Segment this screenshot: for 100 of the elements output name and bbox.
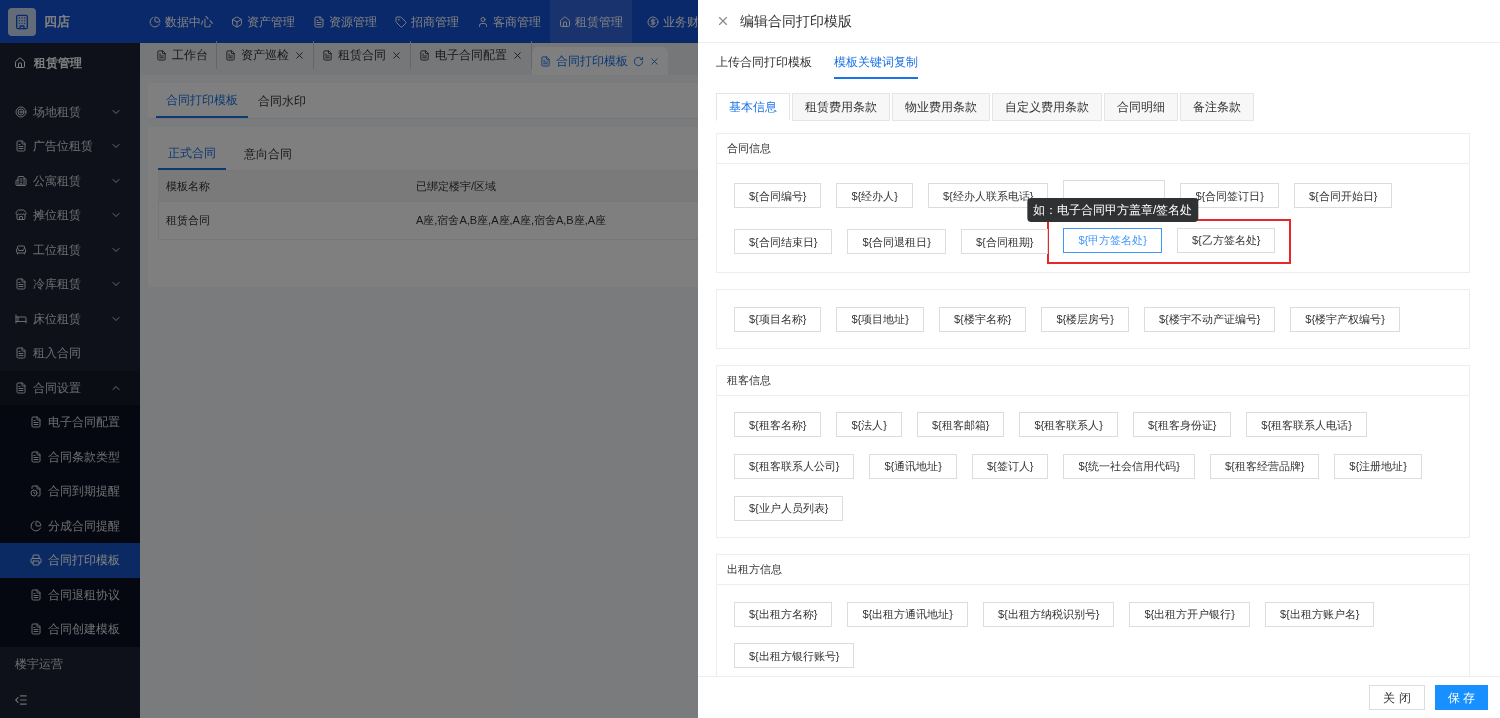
drawer-tab[interactable]: 模板关键词复制 xyxy=(834,53,918,79)
close-icon[interactable] xyxy=(294,49,305,61)
sidebar-subitem[interactable]: 合同条款类型 xyxy=(0,439,140,475)
keyword-button[interactable]: ${统一社会信用代码} xyxy=(1063,454,1195,479)
keyword-button[interactable]: ${合同编号} xyxy=(734,183,822,209)
shop-icon xyxy=(15,209,27,222)
building-icon xyxy=(15,174,27,187)
keyword-button[interactable]: ${出租方银行账号} xyxy=(734,643,855,669)
keyword-button[interactable]: ${合同结束日} xyxy=(734,229,833,255)
sidebar-subitem[interactable]: 合同到期提醒 xyxy=(0,474,140,509)
keyword-button[interactable]: ${出租方账户名} xyxy=(1264,601,1375,627)
document-icon xyxy=(30,416,42,429)
sidebar-item[interactable]: 工位租赁 xyxy=(0,232,140,268)
contract-tab[interactable]: 意向合同 xyxy=(234,137,302,170)
sub-tab[interactable]: 备注条款 xyxy=(1180,93,1254,121)
sidebar-item[interactable]: 床位租赁 xyxy=(0,301,140,337)
sub-tab[interactable]: 自定义费用条款 xyxy=(992,93,1102,121)
close-icon[interactable] xyxy=(716,14,730,28)
drawer-tab[interactable]: 上传合同打印模板 xyxy=(716,53,812,79)
sub-tab[interactable]: 租赁费用条款 xyxy=(792,93,890,121)
document-icon xyxy=(322,49,333,61)
keyword-button[interactable]: ${合同租期} xyxy=(960,229,1049,255)
keyword-button[interactable]: ${租客邮箱} xyxy=(916,412,1005,438)
sidebar-item[interactable]: 合同设置 xyxy=(0,370,140,406)
tag-icon xyxy=(395,15,407,28)
keyword-button[interactable]: ${出租方开户银行} xyxy=(1129,601,1250,627)
bed-icon xyxy=(15,312,27,325)
chair-icon xyxy=(15,243,27,256)
keyword-button[interactable]: ${出租方纳税识别号} xyxy=(982,601,1115,627)
keyword-button[interactable]: ${楼宇不动产证编号} xyxy=(1143,306,1276,332)
page-tab[interactable]: 资产巡检 xyxy=(217,41,314,69)
sidebar-item[interactable]: 摊位租赁 xyxy=(0,198,140,233)
sidebar-item[interactable]: 公寓租赁 xyxy=(0,163,140,199)
sidebar-subitem[interactable]: 电子合同配置 xyxy=(0,405,140,440)
column-header: 模板名称 xyxy=(165,178,211,194)
close-icon[interactable] xyxy=(512,49,523,61)
keyword-button[interactable]: ${租客经营品牌} xyxy=(1209,454,1320,479)
document-icon xyxy=(156,49,167,61)
document-icon xyxy=(540,55,551,67)
keyword-button[interactable]: ${项目地址} xyxy=(836,306,924,332)
sub-tab[interactable]: 物业费用条款 xyxy=(892,93,990,121)
sidebar-subitem[interactable]: 合同打印模板 xyxy=(0,543,140,578)
house-icon xyxy=(559,15,571,28)
column-header: 已绑定楼宇/区域 xyxy=(415,178,498,194)
keyword-button[interactable]: ${合同开始日} xyxy=(1293,183,1393,209)
keyword-button[interactable]: ${楼层房号} xyxy=(1041,306,1129,332)
document-icon xyxy=(225,49,236,61)
sidebar-title: 租赁管理 xyxy=(0,43,140,83)
document-icon xyxy=(419,49,430,61)
keyword-button[interactable]: ${出租方通讯地址} xyxy=(847,601,968,627)
pie-chart-icon xyxy=(149,15,161,28)
keyword-button[interactable]: ${租客联系人电话} xyxy=(1246,412,1367,438)
keyword-button[interactable]: ${项目名称} xyxy=(734,306,822,332)
keyword-button[interactable]: ${签订人} xyxy=(971,454,1049,479)
page-tab[interactable]: 工作台 xyxy=(148,41,217,69)
keyword-button[interactable]: ${乙方签名处} xyxy=(1176,227,1276,253)
brand-name: 四店 xyxy=(44,12,70,31)
document-clock-icon xyxy=(30,485,42,498)
keyword-button[interactable]: ${通讯地址} xyxy=(869,454,957,479)
sidebar-subitem[interactable]: 合同创建模板 xyxy=(0,612,140,647)
keyword-button[interactable]: ${业户人员列表} xyxy=(734,495,844,521)
content-tab[interactable]: 合同水印 xyxy=(248,83,316,118)
keyword-button[interactable]: ${经办人} xyxy=(836,183,913,209)
collapse-menu-icon[interactable] xyxy=(14,692,28,707)
keyword-button[interactable]: ${法人} xyxy=(836,412,902,438)
document-icon xyxy=(30,623,42,636)
sub-tab[interactable]: 基本信息 xyxy=(716,93,790,121)
close-icon[interactable] xyxy=(391,49,402,61)
keyword-button[interactable]: ${注册地址} xyxy=(1334,454,1422,479)
user-icon xyxy=(477,15,489,28)
keyword-button[interactable]: ${租客联系人} xyxy=(1019,412,1118,438)
keyword-button[interactable]: ${租客联系人公司} xyxy=(734,454,855,479)
keyword-button[interactable]: ${租客名称} xyxy=(734,412,822,438)
refresh-icon[interactable] xyxy=(633,55,644,67)
keyword-button[interactable]: ${楼宇产权编号} xyxy=(1290,306,1400,332)
document-icon xyxy=(15,347,27,360)
pie-chart-icon xyxy=(30,519,42,532)
close-icon[interactable] xyxy=(649,55,660,67)
sub-tab[interactable]: 合同明细 xyxy=(1104,93,1178,121)
section-title: 合同信息 xyxy=(717,134,1469,164)
keyword-button[interactable]: ${楼宇名称} xyxy=(938,306,1027,332)
printer-icon xyxy=(30,554,42,567)
coin-icon xyxy=(647,15,659,28)
document-icon xyxy=(15,140,27,153)
drawer-title: 编辑合同打印模版 xyxy=(740,11,852,31)
section-title: 租客信息 xyxy=(717,365,1469,396)
keyword-button[interactable]: ${合同退租日} xyxy=(847,229,946,255)
document-icon xyxy=(30,588,42,601)
keyword-button[interactable]: ${租客身份证} xyxy=(1132,412,1232,438)
section-title: 出租方信息 xyxy=(717,554,1469,585)
cube-icon xyxy=(231,15,243,28)
sidebar-item[interactable]: 场地租赁 xyxy=(0,94,140,130)
table-cell-text: A座,宿舍A,B座,A座,A座,宿舍A,B座,A座 xyxy=(415,213,608,229)
sidebar-item[interactable]: 冷库租赁 xyxy=(0,267,140,302)
sidebar-item[interactable]: 广告位租赁 xyxy=(0,129,140,164)
sidebar-item[interactable]: 租入合同 xyxy=(0,336,140,371)
close-button[interactable]: 关 闭 xyxy=(1369,685,1425,710)
page-tab[interactable]: 租赁合同 xyxy=(314,41,411,69)
table-cell-text: 租赁合同 xyxy=(165,213,211,229)
keyword-button[interactable]: ${出租方名称} xyxy=(734,601,833,627)
